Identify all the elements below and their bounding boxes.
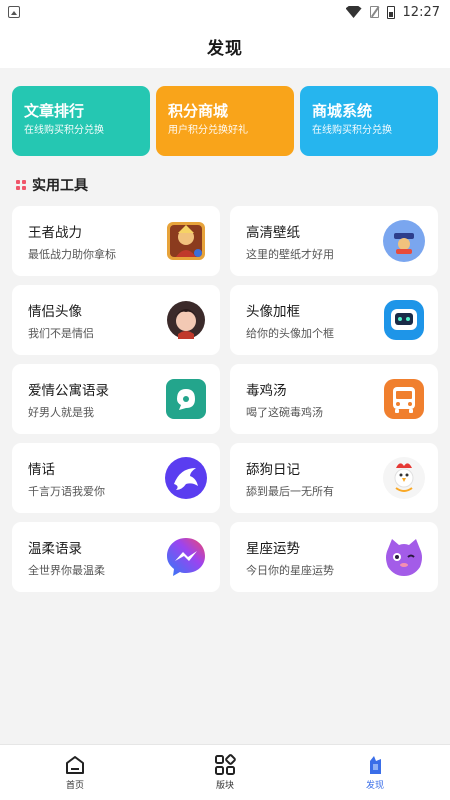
tool-desc: 今日你的星座运势 bbox=[246, 563, 334, 577]
tab-home[interactable]: 首页 bbox=[0, 745, 150, 800]
battery-icon bbox=[386, 5, 395, 19]
home-icon bbox=[66, 756, 84, 774]
tool-card-couple-avatar[interactable]: 情侣头像 我们不是情侣 bbox=[12, 285, 220, 355]
tool-name: 高清壁纸 bbox=[246, 224, 300, 241]
tab-label: 发现 bbox=[365, 781, 384, 791]
tool-card-horoscope[interactable]: 星座运势 今日你的星座运势 bbox=[230, 522, 438, 592]
tool-desc: 这里的壁纸才好用 bbox=[246, 247, 334, 261]
tool-card-avatar-frame[interactable]: 头像加框 给你的头像加个框 bbox=[230, 285, 438, 355]
status-bar: 12:27 bbox=[0, 0, 450, 24]
tool-name: 星座运势 bbox=[246, 540, 300, 557]
tool-card-ipartment-quotes[interactable]: 爱情公寓语录 好男人就是我 bbox=[12, 364, 220, 434]
messenger-icon bbox=[167, 538, 205, 576]
status-indicators: 12:27 bbox=[345, 4, 440, 20]
page-title: 发现 bbox=[207, 38, 243, 59]
tool-card-king-power[interactable]: 王者战力 最低战力助你拿标 bbox=[12, 206, 220, 276]
grid-icon bbox=[16, 180, 26, 190]
app-header: 发现 bbox=[0, 24, 450, 68]
tool-card-love-words[interactable]: 情话 千言万语我爱你 bbox=[12, 443, 220, 513]
couple-avatar-icon bbox=[167, 301, 205, 339]
blocks-icon bbox=[215, 754, 236, 775]
wallpaper-icon bbox=[383, 220, 425, 262]
banner-row: 文章排行 在线购买积分兑换 积分商城 用户积分兑换好礼 商城系统 在线购买积分兑… bbox=[0, 68, 450, 156]
tool-name: 毒鸡汤 bbox=[246, 382, 287, 399]
tool-name: 舔狗日记 bbox=[246, 461, 300, 478]
tool-name: 情侣头像 bbox=[28, 303, 82, 320]
purple-cat-icon bbox=[386, 539, 422, 576]
rooster-icon bbox=[383, 457, 425, 499]
tool-card-hd-wallpaper[interactable]: 高清壁纸 这里的壁纸才好用 bbox=[230, 206, 438, 276]
tool-desc: 千言万语我爱你 bbox=[28, 484, 105, 498]
tool-desc: 最低战力助你拿标 bbox=[28, 247, 116, 261]
tool-desc: 全世界你最温柔 bbox=[28, 563, 105, 577]
tools-grid: 王者战力 最低战力助你拿标 高清壁纸 这里的壁纸才好用 情侣头像 我们不是情侣 bbox=[0, 198, 450, 592]
tab-label: 版块 bbox=[215, 781, 234, 791]
section-title: 实用工具 bbox=[32, 178, 88, 194]
tab-discover[interactable]: 发现 bbox=[300, 745, 450, 800]
status-time: 12:27 bbox=[402, 4, 440, 20]
tool-card-gentle-quotes[interactable]: 温柔语录 全世界你最温柔 bbox=[12, 522, 220, 592]
tool-name: 情话 bbox=[28, 461, 55, 478]
tool-name: 王者战力 bbox=[28, 224, 82, 241]
banner-title: 文章排行 bbox=[24, 102, 85, 120]
avatar-frame-icon bbox=[384, 300, 424, 340]
bus-icon bbox=[384, 379, 424, 419]
tab-label: 首页 bbox=[65, 781, 84, 791]
tool-name: 温柔语录 bbox=[28, 540, 82, 557]
tool-desc: 舔到最后一无所有 bbox=[246, 484, 334, 498]
banner-mall-system[interactable]: 商城系统 在线购买积分兑换 bbox=[300, 86, 438, 156]
discover-icon bbox=[370, 756, 381, 774]
no-sim-icon bbox=[369, 6, 379, 18]
banner-title: 积分商城 bbox=[168, 102, 229, 120]
tool-desc: 给你的头像加个框 bbox=[246, 326, 334, 340]
banner-subtitle: 在线购买积分兑换 bbox=[312, 125, 392, 136]
banner-subtitle: 在线购买积分兑换 bbox=[24, 125, 104, 136]
chat-bubble-icon bbox=[166, 379, 206, 419]
tool-card-simp-diary[interactable]: 舔狗日记 舔到最后一无所有 bbox=[230, 443, 438, 513]
bottom-tab-bar: 首页 版块 发现 bbox=[0, 744, 450, 800]
game-hero-icon bbox=[167, 222, 205, 260]
tool-name: 头像加框 bbox=[246, 303, 300, 320]
tool-desc: 喝了这碗毒鸡汤 bbox=[246, 405, 323, 419]
banner-article-rank[interactable]: 文章排行 在线购买积分兑换 bbox=[12, 86, 150, 156]
tool-desc: 好男人就是我 bbox=[28, 405, 94, 419]
tool-desc: 我们不是情侣 bbox=[28, 326, 94, 340]
notification-icon bbox=[8, 6, 20, 18]
banner-title: 商城系统 bbox=[312, 102, 373, 120]
tool-name: 爱情公寓语录 bbox=[28, 382, 109, 399]
banner-points-mall[interactable]: 积分商城 用户积分兑换好礼 bbox=[156, 86, 294, 156]
tab-blocks[interactable]: 版块 bbox=[150, 745, 300, 800]
tool-card-toxic-soup[interactable]: 毒鸡汤 喝了这碗毒鸡汤 bbox=[230, 364, 438, 434]
banner-subtitle: 用户积分兑换好礼 bbox=[168, 125, 248, 136]
dolphin-icon bbox=[165, 457, 207, 499]
wifi-icon bbox=[345, 6, 362, 18]
section-header: 实用工具 bbox=[0, 156, 450, 198]
